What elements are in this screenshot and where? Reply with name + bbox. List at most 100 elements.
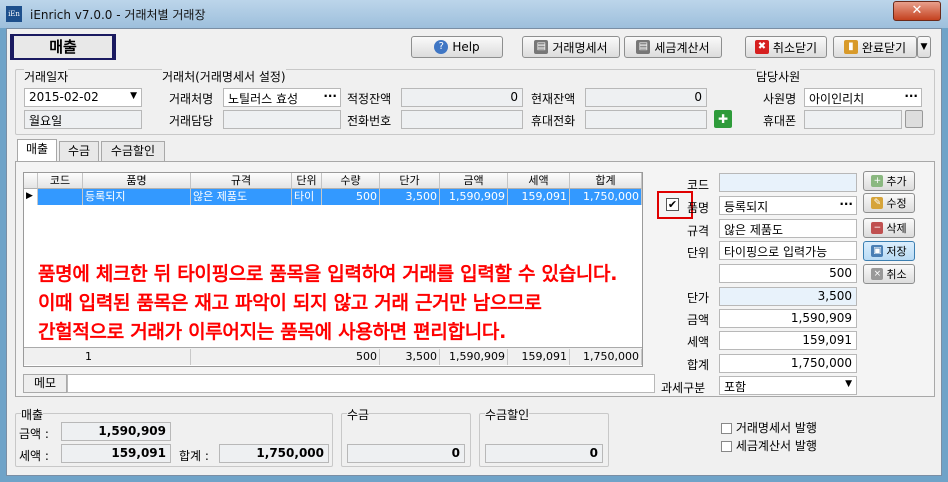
edit-label: 수정	[886, 197, 907, 210]
cell-total[interactable]: 1,750,000	[570, 189, 642, 205]
more-icon: ···	[839, 197, 853, 211]
tab-sales[interactable]: 매출	[17, 139, 57, 161]
save-icon: ▣	[871, 245, 884, 257]
detail-amount-field[interactable]: 1,590,909	[719, 309, 857, 328]
client-staff-field	[223, 110, 341, 129]
chevron-down-icon: ▼	[130, 91, 137, 101]
help-label: Help	[452, 40, 480, 54]
col-tax[interactable]: 세액	[508, 173, 570, 189]
annotation-line-1: 품명에 체크한 뒤 타이핑으로 품목을 입력하여 거래를 입력할 수 있습니다.	[38, 263, 618, 285]
footer-tax: 159,091	[508, 349, 570, 365]
add-icon: +	[871, 175, 884, 187]
done-close-label: 완료닫기	[861, 40, 907, 55]
issue-invoice-checkbox[interactable]	[721, 441, 732, 452]
col-name[interactable]: 품명	[83, 173, 191, 189]
staff-name-value: 아이인리치	[809, 92, 865, 106]
help-icon: ?	[434, 40, 449, 54]
cell-tax[interactable]: 159,091	[508, 189, 570, 205]
issue-invoice-option[interactable]: 세금계산서 발행	[721, 437, 817, 454]
footer-price: 3,500	[380, 349, 440, 365]
done-close-button[interactable]: ▮ 완료닫기	[833, 36, 917, 58]
footer-amount: 1,590,909	[440, 349, 508, 365]
staff-mobile-label: 휴대폰	[763, 114, 797, 128]
done-close-dropdown[interactable]: ▼	[917, 36, 931, 58]
cancel-icon: ×	[871, 268, 884, 280]
cell-spec[interactable]: 않은 제품도	[191, 189, 292, 205]
tax-invoice-print-button[interactable]: ▤ 세금계산서	[624, 36, 722, 58]
summary-total-field: 1,750,000	[219, 444, 329, 463]
col-qty[interactable]: 수량	[322, 173, 380, 189]
col-spec[interactable]: 규격	[191, 173, 292, 189]
sales-summary-title: 매출	[21, 406, 44, 423]
memo-field[interactable]	[67, 374, 655, 393]
footer-total: 1,750,000	[570, 349, 642, 365]
add-button[interactable]: + 추가	[863, 171, 915, 191]
tab-collection-discount[interactable]: 수금할인	[101, 141, 165, 161]
mode-label: 매출	[10, 34, 116, 60]
add-client-icon[interactable]: ✚	[714, 110, 732, 128]
detail-price-field[interactable]: 3,500	[719, 287, 857, 306]
save-button[interactable]: ▣ 저장	[863, 241, 915, 261]
delete-button[interactable]: − 삭제	[863, 218, 915, 238]
cell-qty[interactable]: 500	[322, 189, 380, 205]
issue-statement-checkbox[interactable]	[721, 423, 732, 434]
col-unit[interactable]: 단위	[292, 173, 322, 189]
tax-type-value: 포함	[724, 380, 747, 394]
client-name-value: 노틸러스 효성	[228, 92, 299, 106]
chevron-down-icon: ▼	[920, 42, 928, 52]
detail-spec-field[interactable]: 않은 제품도	[719, 219, 857, 238]
cell-amount[interactable]: 1,590,909	[440, 189, 508, 205]
date-picker[interactable]: 2015-02-02 ▼	[24, 88, 142, 107]
main-window: 매출 ? Help ▤ 거래명세서 ▤ 세금계산서 ✖ 취소닫기 ▮ 완료닫기 ▼ 거래일…	[6, 28, 942, 476]
client-staff-label: 거래담당	[169, 114, 214, 128]
discount-summary-title: 수금할인	[485, 406, 530, 423]
phone-icon[interactable]	[905, 110, 923, 128]
cell-code[interactable]	[38, 189, 83, 205]
staff-name-field[interactable]: 아이인리치 ···	[804, 88, 922, 107]
col-amount[interactable]: 금액	[440, 173, 508, 189]
issue-statement-option[interactable]: 거래명세서 발행	[721, 419, 817, 436]
name-checkbox[interactable]: ✔	[666, 198, 679, 211]
weekday-field: 월요일	[24, 110, 142, 129]
detail-total-field[interactable]: 1,750,000	[719, 354, 857, 373]
statement-print-button[interactable]: ▤ 거래명세서	[522, 36, 620, 58]
edit-button[interactable]: ✎ 수정	[863, 193, 915, 213]
cell-unit[interactable]: 타이	[292, 189, 322, 205]
collection-value-field: 0	[347, 444, 465, 463]
proper-balance-field: 0	[401, 88, 523, 107]
tab-collection[interactable]: 수금	[59, 141, 99, 161]
summary-tax-field: 159,091	[61, 444, 171, 463]
detail-tax-field[interactable]: 159,091	[719, 331, 857, 350]
proper-balance-label: 적정잔액	[347, 92, 392, 106]
mode-left-marker	[10, 34, 14, 60]
cell-name[interactable]: 등록되지	[83, 189, 191, 205]
cell-price[interactable]: 3,500	[380, 189, 440, 205]
client-name-field[interactable]: 노틸러스 효성 ···	[223, 88, 341, 107]
client-group-label: 거래처(거래명세서 설정)	[162, 68, 286, 85]
detail-name-field[interactable]: 등록되지 ···	[719, 196, 857, 215]
detail-qty-field[interactable]: 500	[719, 264, 857, 283]
phone-label: 전화번호	[347, 114, 392, 128]
current-balance-field: 0	[585, 88, 707, 107]
detail-unit-field[interactable]: 타이핑으로 입력가능	[719, 241, 857, 260]
mode-right-marker	[112, 34, 116, 60]
detail-unit-label: 단위	[687, 246, 710, 260]
cancel-button[interactable]: × 취소	[863, 264, 915, 284]
tax-type-select[interactable]: 포함 ▼	[719, 376, 857, 395]
annotation-line-3: 간헐적으로 거래가 이루어지는 품목에 사용하면 편리합니다.	[38, 321, 506, 343]
table-row[interactable]: ▶ 등록되지 않은 제품도 타이 500 3,500 1,590,909 159…	[24, 189, 642, 205]
help-button[interactable]: ? Help	[411, 36, 503, 58]
detail-code-field[interactable]	[719, 173, 857, 192]
app-icon: iEn	[6, 6, 22, 22]
annotation-line-2: 이때 입력된 품목은 재고 파악이 되지 않고 거래 근거만 남으므로	[38, 292, 542, 314]
detail-name-value: 등록되지	[724, 200, 769, 214]
col-price[interactable]: 단가	[380, 173, 440, 189]
col-code[interactable]: 코드	[38, 173, 83, 189]
mobile-label: 휴대전화	[531, 114, 576, 128]
close-button[interactable]: ✕	[893, 1, 941, 21]
cancel-close-button[interactable]: ✖ 취소닫기	[745, 36, 827, 58]
discount-value-field: 0	[485, 444, 603, 463]
statement-label: 거래명세서	[552, 40, 608, 55]
current-balance-label: 현재잔액	[531, 92, 576, 106]
col-total[interactable]: 합계	[570, 173, 642, 189]
